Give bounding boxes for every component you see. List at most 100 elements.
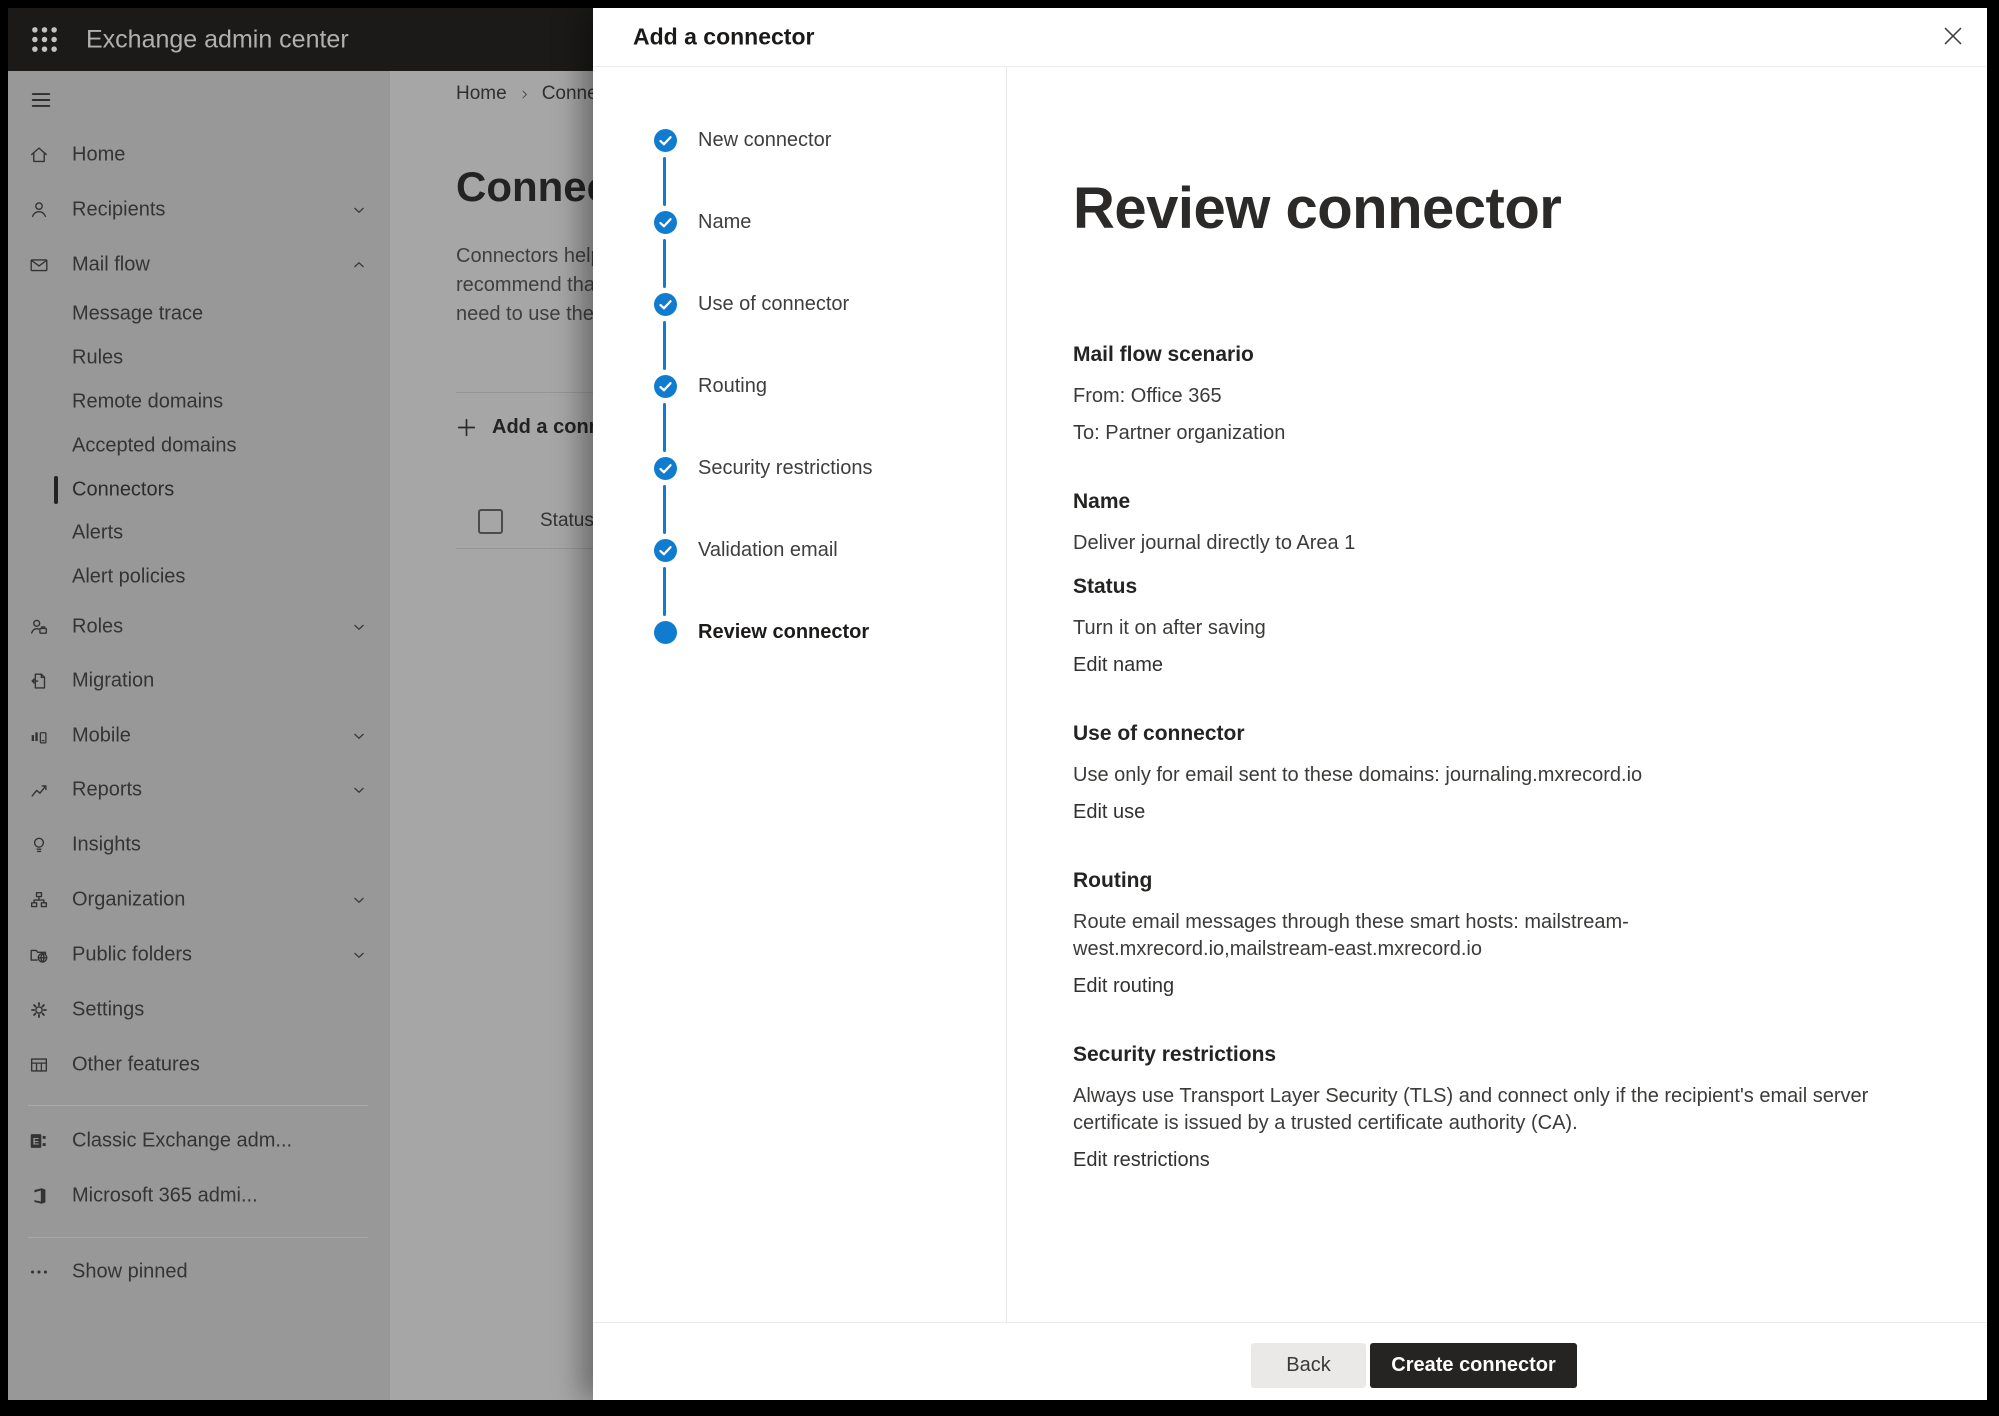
settings-icon	[28, 999, 50, 1021]
step-connector	[663, 485, 666, 534]
sidebar-item-mail-flow[interactable]: Mail flow	[8, 243, 390, 287]
sidebar-item-home[interactable]: Home	[8, 133, 390, 177]
chevron-down-icon[interactable]	[350, 618, 368, 636]
wizard-steps: New connector Name Use of connector Routing…	[593, 67, 1007, 1323]
mail-icon	[28, 254, 50, 276]
step-marker-completed	[654, 211, 677, 234]
sidebar-divider	[28, 1105, 368, 1106]
section-line: Route email messages through these smart…	[1073, 909, 1873, 963]
review-section-4: Security restrictionsAlways use Transpor…	[1073, 1041, 1873, 1174]
check-icon	[654, 457, 677, 480]
organization-icon	[28, 889, 50, 911]
wizard-step-new-connector[interactable]: New connector	[698, 127, 831, 153]
sidebar-item-alerts[interactable]: Alerts	[8, 511, 390, 555]
nav-toggle-button[interactable]	[28, 87, 54, 113]
sidebar-item-label: Connectors	[72, 479, 174, 502]
sidebar-item-show-pinned[interactable]: Show pinned	[8, 1250, 390, 1294]
add-connector-button[interactable]: Add a conn	[454, 409, 601, 445]
sidebar-item-label: Show pinned	[72, 1261, 188, 1284]
edit-link-edit-name[interactable]: Edit name	[1073, 652, 1163, 679]
sidebar-item-settings[interactable]: Settings	[8, 988, 390, 1032]
review-sections: Mail flow scenarioFrom: Office 365To: Pa…	[1073, 341, 1873, 1174]
section-line: To: Partner organization	[1073, 420, 1873, 447]
screenshot-root: { "colors": { "accent_blue": "#0f7cd0", …	[0, 0, 1999, 1416]
wizard-step-security-restrictions[interactable]: Security restrictions	[698, 455, 873, 481]
dialog-body: New connector Name Use of connector Routing…	[593, 67, 1987, 1323]
section-line: Always use Transport Layer Security (TLS…	[1073, 1083, 1873, 1137]
step-connector	[663, 239, 666, 288]
edit-link-edit-use[interactable]: Edit use	[1073, 799, 1145, 826]
check-icon	[654, 539, 677, 562]
select-all-checkbox[interactable]	[478, 509, 503, 534]
step-marker-completed	[654, 539, 677, 562]
svg-text:E: E	[33, 1136, 40, 1147]
sidebar-item-migration[interactable]: Migration	[8, 659, 390, 703]
wizard-step-name[interactable]: Name	[698, 209, 751, 235]
sidebar-item-roles[interactable]: Roles	[8, 605, 390, 649]
person-icon	[28, 199, 50, 221]
sidebar-item-accepted-domains[interactable]: Accepted domains	[8, 424, 390, 468]
chevron-down-icon[interactable]	[350, 946, 368, 964]
sidebar-item-connectors[interactable]: Connectors	[8, 468, 390, 512]
sidebar-item-reports[interactable]: Reports	[8, 768, 390, 812]
chevron-down-icon[interactable]	[350, 201, 368, 219]
edit-link-edit-restrictions[interactable]: Edit restrictions	[1073, 1147, 1210, 1174]
sidebar-item-other-features[interactable]: Other features	[8, 1043, 390, 1087]
wizard-step-review-connector[interactable]: Review connector	[698, 619, 869, 645]
sidebar-item-remote-domains[interactable]: Remote domains	[8, 380, 390, 424]
description-line: Connectors help	[456, 242, 602, 271]
review-pane: Review connector Mail flow scenarioFrom:…	[1007, 67, 1987, 1323]
sidebar-item-rules[interactable]: Rules	[8, 336, 390, 380]
app-launcher-button[interactable]	[28, 23, 61, 56]
other-features-icon	[28, 1054, 50, 1076]
dialog-header: Add a connector	[593, 8, 1987, 67]
step-marker-completed	[654, 375, 677, 398]
step-connector	[663, 157, 666, 206]
sidebar-item-label: Home	[72, 144, 125, 167]
migration-icon	[28, 670, 50, 692]
add-connector-label: Add a conn	[492, 416, 601, 439]
sidebar-item-insights[interactable]: Insights	[8, 823, 390, 867]
sidebar-item-recipients[interactable]: Recipients	[8, 188, 390, 232]
sidebar-item-microsoft-365-admi[interactable]: Microsoft 365 admi...	[8, 1174, 390, 1218]
wizard-step-routing[interactable]: Routing	[698, 373, 767, 399]
wizard-step-validation-email[interactable]: Validation email	[698, 537, 838, 563]
status-column-header: Status	[540, 510, 594, 532]
chevron-down-icon[interactable]	[350, 781, 368, 799]
check-icon	[654, 211, 677, 234]
home-icon	[28, 144, 50, 166]
create-connector-button[interactable]: Create connector	[1370, 1343, 1577, 1388]
ellipsis-icon	[28, 1261, 50, 1283]
sidebar-item-label: Recipients	[72, 199, 165, 222]
sidebar-item-label: Mobile	[72, 725, 131, 748]
chevron-right-icon	[517, 87, 532, 102]
roles-icon	[28, 616, 50, 638]
sidebar-item-label: Public folders	[72, 944, 192, 967]
review-section-0: Mail flow scenarioFrom: Office 365To: Pa…	[1073, 341, 1873, 447]
check-icon	[654, 293, 677, 316]
review-section-2: Use of connectorUse only for email sent …	[1073, 720, 1873, 826]
breadcrumb-home[interactable]: Home	[456, 83, 507, 105]
edit-link-edit-routing[interactable]: Edit routing	[1073, 973, 1174, 1000]
section-line: Use only for email sent to these domains…	[1073, 762, 1873, 789]
sidebar-item-message-trace[interactable]: Message trace	[8, 292, 390, 336]
sidebar-item-mobile[interactable]: Mobile	[8, 714, 390, 758]
dialog-title: Add a connector	[633, 24, 814, 51]
sidebar-item-classic-exchange-adm[interactable]: EClassic Exchange adm...	[8, 1119, 390, 1163]
sidebar-item-label: Mail flow	[72, 254, 150, 277]
app-title: Exchange admin center	[86, 25, 349, 54]
chevron-down-icon[interactable]	[350, 727, 368, 745]
section-line: Deliver journal directly to Area 1	[1073, 530, 1873, 557]
chevron-up-icon[interactable]	[350, 256, 368, 274]
check-icon	[654, 375, 677, 398]
breadcrumb: Home Conne	[456, 83, 598, 105]
classic-exchange-icon: E	[28, 1130, 50, 1152]
sidebar-item-organization[interactable]: Organization	[8, 878, 390, 922]
back-button[interactable]: Back	[1251, 1343, 1366, 1388]
wizard-step-use-of-connector[interactable]: Use of connector	[698, 291, 849, 317]
close-button[interactable]	[1939, 22, 1967, 50]
sidebar-item-public-folders[interactable]: Public folders	[8, 933, 390, 977]
chevron-down-icon[interactable]	[350, 891, 368, 909]
sidebar-item-alert-policies[interactable]: Alert policies	[8, 555, 390, 599]
section-heading: Routing	[1073, 867, 1873, 894]
